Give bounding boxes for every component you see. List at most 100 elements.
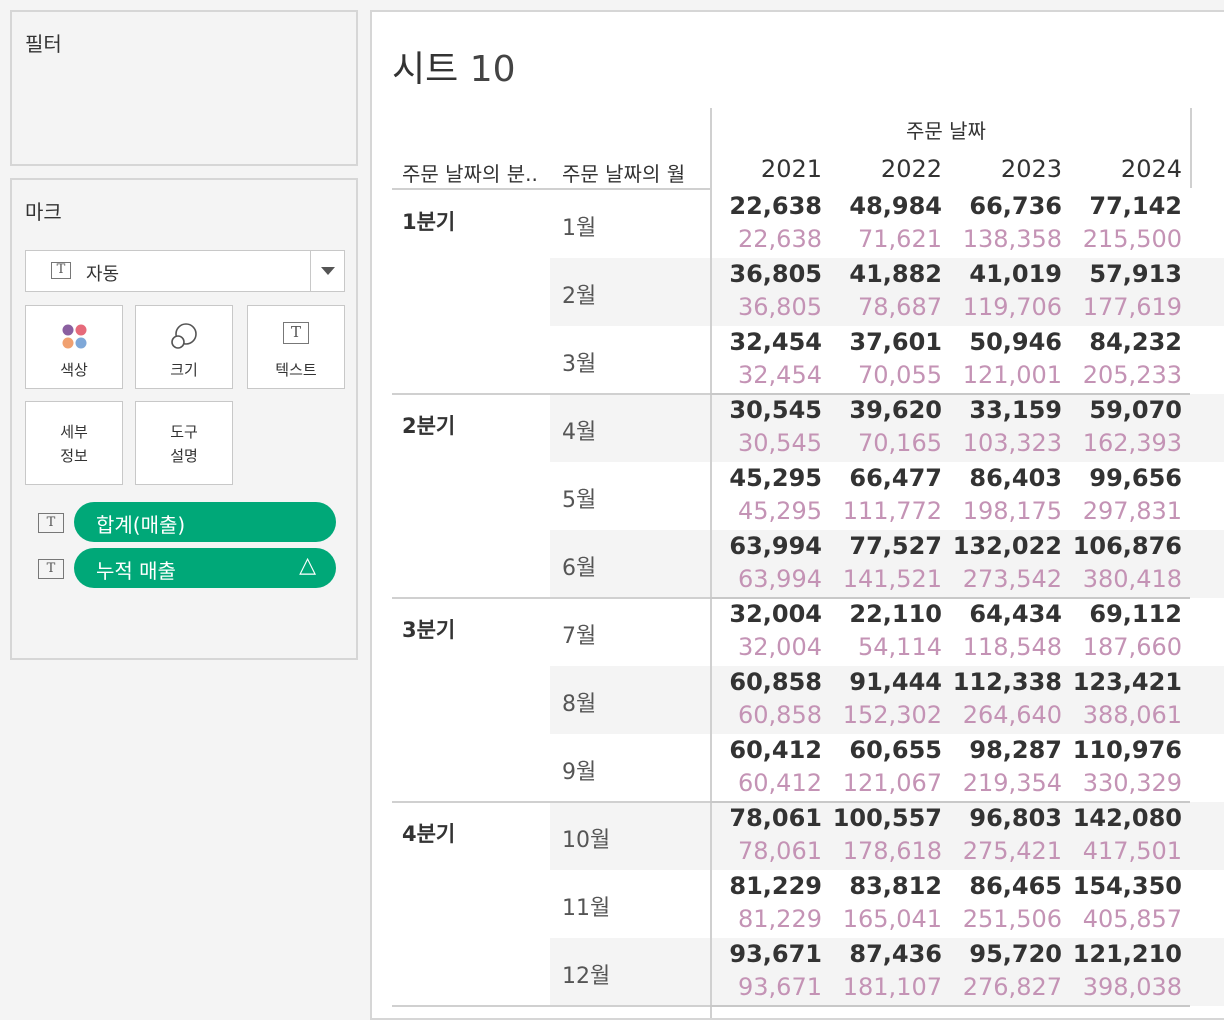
- sales-value[interactable]: 57,913: [1070, 260, 1182, 288]
- sales-value[interactable]: 77,142: [1070, 192, 1182, 220]
- running-sales-value[interactable]: 251,506: [950, 905, 1062, 933]
- running-sales-value[interactable]: 121,001: [950, 361, 1062, 389]
- year-column-header[interactable]: 2023: [952, 155, 1062, 183]
- row-header-month[interactable]: 주문 날짜의 월: [562, 158, 685, 187]
- sales-value[interactable]: 96,803: [950, 804, 1062, 832]
- running-sales-value[interactable]: 111,772: [830, 497, 942, 525]
- running-sales-value[interactable]: 205,233: [1070, 361, 1182, 389]
- running-sales-value[interactable]: 71,621: [830, 225, 942, 253]
- sales-value[interactable]: 78,061: [710, 804, 822, 832]
- chevron-down-icon[interactable]: [321, 267, 335, 275]
- sales-value[interactable]: 22,638: [710, 192, 822, 220]
- running-sales-value[interactable]: 118,548: [950, 633, 1062, 661]
- sales-value[interactable]: 41,882: [830, 260, 942, 288]
- running-sales-value[interactable]: 78,061: [710, 837, 822, 865]
- sales-value[interactable]: 99,656: [1070, 464, 1182, 492]
- running-sales-value[interactable]: 162,393: [1070, 429, 1182, 457]
- running-sales-value[interactable]: 178,618: [830, 837, 942, 865]
- running-sales-value[interactable]: 78,687: [830, 293, 942, 321]
- running-sales-value[interactable]: 388,061: [1070, 701, 1182, 729]
- sales-value[interactable]: 60,412: [710, 736, 822, 764]
- running-sales-value[interactable]: 276,827: [950, 973, 1062, 1001]
- pill-running-sales[interactable]: 누적 매출 △: [74, 548, 336, 588]
- quarter-label[interactable]: 3분기: [402, 614, 455, 644]
- sales-value[interactable]: 110,976: [1070, 736, 1182, 764]
- quarter-label[interactable]: 2분기: [402, 410, 455, 440]
- running-sales-value[interactable]: 22,638: [710, 225, 822, 253]
- sales-value[interactable]: 69,112: [1070, 600, 1182, 628]
- sales-value[interactable]: 50,946: [950, 328, 1062, 356]
- sales-value[interactable]: 33,159: [950, 396, 1062, 424]
- quarter-label[interactable]: 1분기: [402, 206, 455, 236]
- sales-value[interactable]: 123,421: [1070, 668, 1182, 696]
- sales-value[interactable]: 32,004: [710, 600, 822, 628]
- running-sales-value[interactable]: 32,454: [710, 361, 822, 389]
- running-sales-value[interactable]: 54,114: [830, 633, 942, 661]
- sales-value[interactable]: 81,229: [710, 872, 822, 900]
- running-sales-value[interactable]: 275,421: [950, 837, 1062, 865]
- row-header-quarter[interactable]: 주문 날짜의 분..: [402, 158, 538, 187]
- running-sales-value[interactable]: 103,323: [950, 429, 1062, 457]
- running-sales-value[interactable]: 398,038: [1070, 973, 1182, 1001]
- sales-value[interactable]: 100,557: [830, 804, 942, 832]
- month-label[interactable]: 2월: [562, 278, 596, 310]
- sales-value[interactable]: 86,465: [950, 872, 1062, 900]
- running-sales-value[interactable]: 63,994: [710, 565, 822, 593]
- running-sales-value[interactable]: 93,671: [710, 973, 822, 1001]
- sales-value[interactable]: 37,601: [830, 328, 942, 356]
- sales-value[interactable]: 60,858: [710, 668, 822, 696]
- running-sales-value[interactable]: 273,542: [950, 565, 1062, 593]
- mark-type-dropdown[interactable]: T 자동: [25, 250, 345, 292]
- column-group-header[interactable]: 주문 날짜: [906, 115, 986, 144]
- month-label[interactable]: 5월: [562, 482, 596, 514]
- sales-value[interactable]: 41,019: [950, 260, 1062, 288]
- running-sales-value[interactable]: 198,175: [950, 497, 1062, 525]
- sales-value[interactable]: 93,671: [710, 940, 822, 968]
- sales-value[interactable]: 154,350: [1070, 872, 1182, 900]
- month-label[interactable]: 10월: [562, 822, 610, 854]
- running-sales-value[interactable]: 45,295: [710, 497, 822, 525]
- sales-value[interactable]: 86,403: [950, 464, 1062, 492]
- running-sales-value[interactable]: 264,640: [950, 701, 1062, 729]
- running-sales-value[interactable]: 165,041: [830, 905, 942, 933]
- running-sales-value[interactable]: 181,107: [830, 973, 942, 1001]
- running-sales-value[interactable]: 60,858: [710, 701, 822, 729]
- sales-value[interactable]: 121,210: [1070, 940, 1182, 968]
- sales-value[interactable]: 59,070: [1070, 396, 1182, 424]
- sales-value[interactable]: 64,434: [950, 600, 1062, 628]
- running-sales-value[interactable]: 30,545: [710, 429, 822, 457]
- sales-value[interactable]: 22,110: [830, 600, 942, 628]
- running-sales-value[interactable]: 187,660: [1070, 633, 1182, 661]
- running-sales-value[interactable]: 215,500: [1070, 225, 1182, 253]
- month-label[interactable]: 6월: [562, 550, 596, 582]
- sales-value[interactable]: 45,295: [710, 464, 822, 492]
- sales-value[interactable]: 132,022: [950, 532, 1062, 560]
- month-label[interactable]: 7월: [562, 618, 596, 650]
- sales-value[interactable]: 87,436: [830, 940, 942, 968]
- month-label[interactable]: 3월: [562, 346, 596, 378]
- running-sales-value[interactable]: 141,521: [830, 565, 942, 593]
- running-sales-value[interactable]: 36,805: [710, 293, 822, 321]
- detail-button[interactable]: 세부 정보: [25, 401, 123, 485]
- sales-value[interactable]: 66,477: [830, 464, 942, 492]
- sales-value[interactable]: 30,545: [710, 396, 822, 424]
- sales-value[interactable]: 48,984: [830, 192, 942, 220]
- text-button[interactable]: T 텍스트: [247, 305, 345, 389]
- running-sales-value[interactable]: 81,229: [710, 905, 822, 933]
- running-sales-value[interactable]: 70,055: [830, 361, 942, 389]
- year-column-header[interactable]: 2024: [1072, 155, 1182, 183]
- sales-value[interactable]: 77,527: [830, 532, 942, 560]
- sales-value[interactable]: 84,232: [1070, 328, 1182, 356]
- sales-value[interactable]: 36,805: [710, 260, 822, 288]
- running-sales-value[interactable]: 380,418: [1070, 565, 1182, 593]
- year-column-header[interactable]: 2021: [712, 155, 822, 183]
- running-sales-value[interactable]: 177,619: [1070, 293, 1182, 321]
- running-sales-value[interactable]: 70,165: [830, 429, 942, 457]
- month-label[interactable]: 9월: [562, 754, 596, 786]
- sales-value[interactable]: 60,655: [830, 736, 942, 764]
- running-sales-value[interactable]: 330,329: [1070, 769, 1182, 797]
- month-label[interactable]: 4월: [562, 414, 596, 446]
- sales-value[interactable]: 112,338: [950, 668, 1062, 696]
- pill-sum-sales[interactable]: 합계(매출): [74, 502, 336, 542]
- sales-value[interactable]: 95,720: [950, 940, 1062, 968]
